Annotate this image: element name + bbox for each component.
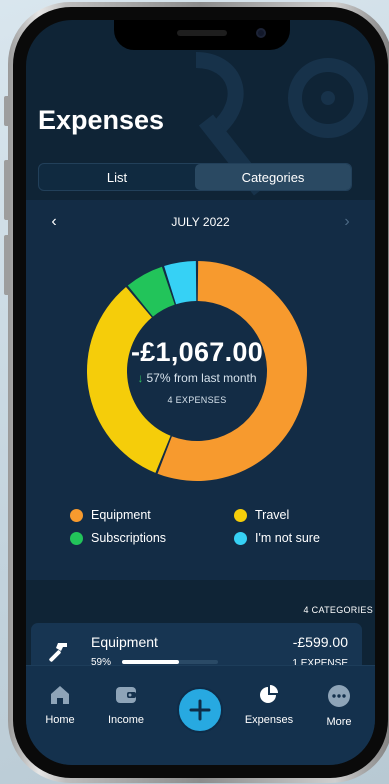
tab-categories[interactable]: Categories xyxy=(195,164,351,190)
chevron-left-icon[interactable]: ‹ xyxy=(48,213,60,231)
legend-label: Equipment xyxy=(91,508,151,522)
legend-dot xyxy=(234,508,247,522)
tab-home[interactable]: Home xyxy=(30,666,90,726)
month-label: JULY 2022 xyxy=(171,215,230,229)
view-segmented-control: List Categories xyxy=(38,163,352,191)
tab-list[interactable]: List xyxy=(39,164,195,190)
chevron-right-icon[interactable]: › xyxy=(341,213,353,231)
pie-chart-icon xyxy=(260,685,278,703)
home-icon xyxy=(51,686,69,704)
donut-chart: -£1,067.00 ↓ 57% from last month 4 EXPENS… xyxy=(74,248,320,494)
add-button[interactable] xyxy=(177,687,223,733)
volume-up-button xyxy=(4,160,10,220)
trend-label: 57% from last month xyxy=(146,371,257,385)
total-amount: -£1,067.00 xyxy=(130,337,264,367)
wallet-icon xyxy=(116,687,136,703)
legend-item-equipment: Equipment xyxy=(70,508,234,522)
category-progress-fill xyxy=(122,660,179,664)
legend-label: I'm not sure xyxy=(255,531,320,545)
tab-income[interactable]: Income xyxy=(96,666,156,726)
phone-frame: Expenses List Categories ‹ JULY 2022 › -… xyxy=(8,2,389,783)
page-title: Expenses xyxy=(38,105,165,135)
tab-expenses[interactable]: Expenses xyxy=(239,666,299,726)
tab-home-label: Home xyxy=(45,714,75,726)
tab-income-label: Income xyxy=(107,714,145,726)
mute-switch xyxy=(4,96,10,126)
chart-legend: Equipment Travel Subscriptions I'm not s… xyxy=(70,508,360,545)
more-icon xyxy=(328,685,350,707)
category-name: Equipment xyxy=(91,634,158,650)
trend-text: ↓ 57% from last month xyxy=(137,371,256,385)
volume-down-button xyxy=(4,235,10,295)
bottom-tab-bar: Home Income Expenses More xyxy=(26,665,375,765)
legend-dot xyxy=(70,508,83,522)
tab-expenses-label: Expenses xyxy=(244,714,294,726)
category-amount: -£599.00 xyxy=(292,634,348,650)
hammer-icon xyxy=(49,643,67,662)
app-screen: Expenses List Categories ‹ JULY 2022 › -… xyxy=(26,20,375,765)
legend-label: Travel xyxy=(255,508,290,522)
notch xyxy=(114,20,290,50)
legend-item-not-sure: I'm not sure xyxy=(234,531,360,545)
legend-dot xyxy=(234,531,247,545)
tab-more[interactable]: More xyxy=(309,666,369,728)
expense-count: 4 EXPENSES xyxy=(167,395,227,405)
legend-label: Subscriptions xyxy=(91,531,167,545)
legend-item-travel: Travel xyxy=(234,508,360,522)
legend-item-subscriptions: Subscriptions xyxy=(70,531,234,545)
month-selector: ‹ JULY 2022 › xyxy=(26,212,375,232)
category-progress-bar xyxy=(122,660,218,664)
plus-icon xyxy=(189,699,211,721)
down-arrow-icon: ↓ xyxy=(137,371,144,385)
categories-count: 4 CATEGORIES xyxy=(303,605,373,615)
tab-more-label: More xyxy=(326,716,352,728)
legend-dot xyxy=(70,531,83,545)
